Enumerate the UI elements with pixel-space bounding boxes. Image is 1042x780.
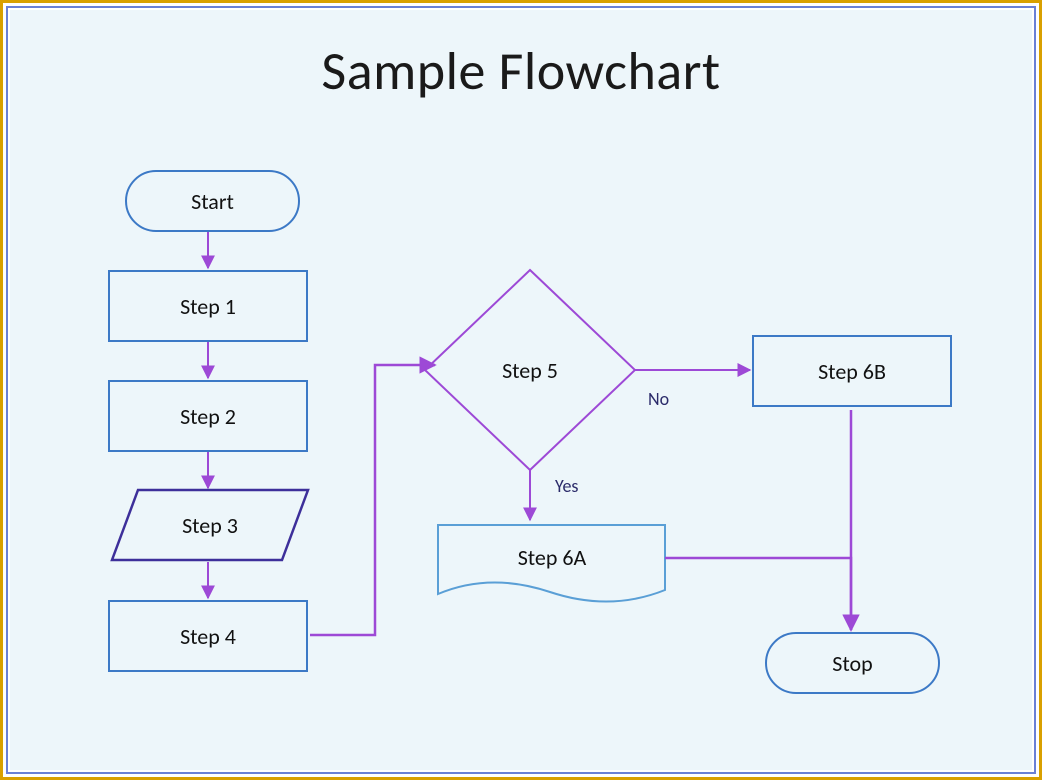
process-step6b: Step 6B: [752, 335, 952, 407]
parallelogram-step3: [112, 490, 308, 560]
arrow-step6a-stop: [665, 558, 851, 630]
inner-frame: Sample Flowchart Step 3: [6, 6, 1036, 774]
outer-frame: Sample Flowchart Step 3: [0, 0, 1042, 780]
process-step2: Step 2: [108, 380, 308, 452]
document-step6a: [438, 525, 665, 602]
label-stop: Stop: [832, 650, 872, 677]
label-step3: Step 3: [182, 512, 238, 539]
label-step4: Step 4: [180, 623, 236, 650]
label-step5: Step 5: [502, 357, 558, 384]
terminator-stop: Stop: [765, 632, 940, 694]
process-step4: Step 4: [108, 600, 308, 672]
diamond-step5: [425, 270, 635, 470]
terminator-start: Start: [125, 170, 300, 232]
label-step2: Step 2: [180, 403, 236, 430]
label-step1: Step 1: [180, 293, 236, 320]
edge-label-no: No: [648, 388, 669, 410]
slide-canvas: Sample Flowchart Step 3: [10, 10, 1032, 770]
label-step6b: Step 6B: [818, 358, 886, 385]
diagram-title: Sample Flowchart: [10, 38, 1032, 104]
edge-label-yes: Yes: [555, 475, 578, 497]
arrow-step4-step5: [310, 365, 435, 635]
label-start: Start: [191, 188, 234, 215]
label-step6a: Step 6A: [518, 544, 587, 571]
process-step1: Step 1: [108, 270, 308, 342]
